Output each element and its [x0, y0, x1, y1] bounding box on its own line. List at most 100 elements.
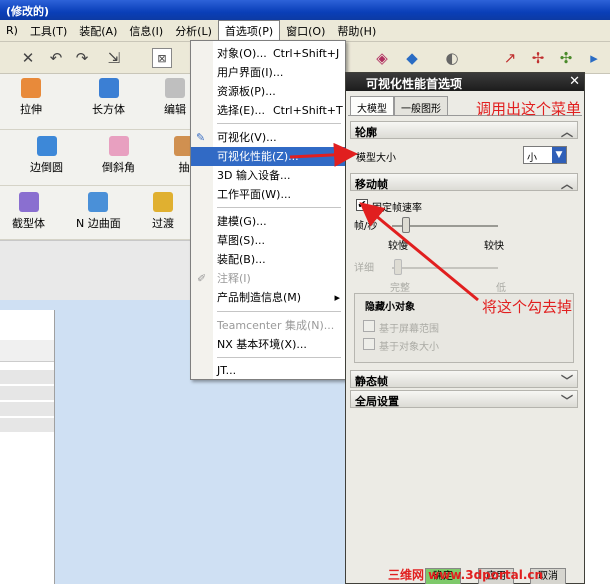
- navigator-row: [0, 418, 54, 432]
- fast-label: 较快: [484, 241, 504, 252]
- menu-separator: [217, 123, 341, 124]
- menu-object-shortcut: Ctrl+Shift+J: [273, 47, 340, 60]
- shell-label: 抽: [178, 161, 190, 174]
- section-global-settings[interactable]: 全局设置 ﹀: [350, 390, 578, 408]
- dialog-title: 可视化性能首选项: [346, 73, 584, 91]
- swept-label: 截型体: [12, 217, 45, 230]
- fps-slider-handle[interactable]: [402, 217, 410, 233]
- chamfer-tool[interactable]: 倒斜角: [102, 136, 135, 175]
- csys-icon[interactable]: ↗: [500, 48, 520, 68]
- window-title: (修改的): [0, 0, 610, 20]
- swept-icon: [18, 192, 39, 212]
- window-icon[interactable]: ⊠: [152, 48, 172, 68]
- menu-teamcenter: Teamcenter 集成(N)...: [217, 319, 335, 332]
- menu-item-info[interactable]: 信息(I): [123, 21, 169, 41]
- menu-palettes[interactable]: 资源板(P)...: [191, 82, 345, 101]
- annotation-call-menu: 调用出这个菜单: [476, 100, 582, 118]
- arrow-icon[interactable]: ▸: [584, 48, 604, 68]
- menu-object-label: 对象(O)...: [217, 47, 267, 60]
- fixed-frame-rate-label: 固定帧速率: [372, 203, 422, 214]
- close-icon[interactable]: ✕: [569, 74, 580, 89]
- edge-blend-tool[interactable]: 边倒圆: [30, 136, 63, 175]
- navigator-row: [0, 370, 54, 384]
- navigator-row: [0, 386, 54, 400]
- annotation-uncheck: 将这个勾去掉: [482, 298, 573, 316]
- extrude-icon: [21, 78, 41, 98]
- menu-3d-input-devices[interactable]: 3D 输入设备...: [191, 166, 345, 185]
- extrude-label: 拉伸: [20, 103, 42, 116]
- menu-assemblies[interactable]: 装配(B)...: [191, 250, 345, 269]
- menu-pmi[interactable]: 产品制造信息(M) ▸: [191, 288, 345, 307]
- redo-icon[interactable]: ↷: [72, 48, 92, 68]
- hide-small-objects-label: 隐藏小对象: [365, 302, 415, 313]
- model-size-value: 小: [527, 153, 537, 164]
- resource-navigator[interactable]: [0, 310, 55, 584]
- chevron-down-icon: ﹀: [560, 374, 573, 388]
- menu-item-window[interactable]: 窗口(O): [280, 21, 331, 41]
- navigator-row: [0, 402, 54, 416]
- navigator-header: [0, 340, 54, 362]
- menu-sketch[interactable]: 草图(S)...: [191, 231, 345, 250]
- section-static-frame[interactable]: 静态帧 ﹀: [350, 370, 578, 388]
- menu-bar: R) 工具(T) 装配(A) 信息(I) 分析(L) 首选项(P) 窗口(O) …: [0, 19, 610, 42]
- section-static-label: 静态帧: [355, 375, 388, 388]
- menu-item-tools[interactable]: 工具(T): [24, 21, 73, 41]
- detail-label: 详细: [354, 263, 374, 274]
- menu-object[interactable]: 对象(O)... Ctrl+Shift+J: [191, 44, 345, 63]
- tab-general-graphics[interactable]: 一般图形: [394, 96, 448, 116]
- section-motion-frame[interactable]: 移动帧 ︿: [350, 173, 578, 191]
- menu-selection-label: 选择(E)...: [217, 104, 266, 117]
- menu-item-help[interactable]: 帮助(H): [331, 21, 382, 41]
- menu-visualization[interactable]: ✎ 可视化(V)...: [191, 128, 345, 147]
- menu-separator: [217, 311, 341, 312]
- section-motion-label: 移动帧: [355, 178, 388, 191]
- tab-large-model[interactable]: 大模型: [350, 96, 394, 116]
- chevron-down-icon: ▼: [552, 147, 566, 163]
- section-outline[interactable]: 轮廓 ︿: [350, 121, 578, 139]
- submenu-arrow-icon: ▸: [334, 291, 340, 304]
- menu-visualization-label: 可视化(V)...: [217, 131, 277, 144]
- assembly-icon[interactable]: ◈: [372, 48, 392, 68]
- detail-slider-handle: [394, 259, 402, 275]
- menu-pmi-label: 产品制造信息(M): [217, 291, 302, 304]
- snap-icon[interactable]: ✣: [556, 48, 576, 68]
- chevron-down-icon: ﹀: [560, 394, 573, 408]
- n-sided-surface-tool[interactable]: N 边曲面: [76, 192, 121, 231]
- swept-tool[interactable]: 截型体: [12, 192, 45, 231]
- menu-visualization-performance[interactable]: 可视化性能(Z)...: [191, 147, 345, 166]
- render-icon[interactable]: ◐: [442, 48, 462, 68]
- complete-label: 完整: [390, 283, 410, 294]
- select-filter-icon[interactable]: ⇲: [104, 48, 124, 68]
- undo-icon[interactable]: ↶: [46, 48, 66, 68]
- block-label: 长方体: [92, 103, 125, 116]
- menu-modeling[interactable]: 建模(G)...: [191, 212, 345, 231]
- menu-user-interface[interactable]: 用户界面(I)...: [191, 63, 345, 82]
- menu-item-assembly[interactable]: 装配(A): [73, 21, 123, 41]
- box-view-icon[interactable]: ◆: [402, 48, 422, 68]
- menu-item-r[interactable]: R): [0, 22, 24, 39]
- menu-nx-gateway[interactable]: NX 基本环境(X)...: [191, 335, 345, 354]
- model-size-select[interactable]: 小 ▼: [523, 146, 567, 164]
- annotation-icon: ✐: [197, 272, 207, 285]
- menu-selection[interactable]: 选择(E)... Ctrl+Shift+T: [191, 101, 345, 120]
- chamfer-label: 倒斜角: [102, 161, 135, 174]
- chevron-up-icon: ︿: [560, 177, 573, 191]
- menu-separator: [217, 207, 341, 208]
- menu-work-plane[interactable]: 工作平面(W)...: [191, 185, 345, 204]
- menu-jt[interactable]: JT...: [191, 361, 345, 380]
- block-tool[interactable]: 长方体: [92, 78, 125, 117]
- edit-tool[interactable]: 编辑: [164, 78, 186, 117]
- extrude-tool[interactable]: 拉伸: [20, 78, 42, 117]
- transition-tool[interactable]: 过渡: [152, 192, 174, 231]
- section-outline-label: 轮廓: [355, 126, 377, 139]
- close-icon[interactable]: ✕: [18, 48, 38, 68]
- menu-separator: [217, 357, 341, 358]
- slow-label: 较慢: [388, 241, 408, 252]
- screen-range-checkbox: [363, 320, 375, 332]
- menu-item-analysis[interactable]: 分析(L): [169, 21, 218, 41]
- n-sided-surface-label: N 边曲面: [76, 217, 121, 230]
- menu-item-preferences[interactable]: 首选项(P): [217, 19, 281, 42]
- datum-icon[interactable]: ✢: [528, 48, 548, 68]
- preferences-menu: 对象(O)... Ctrl+Shift+J 用户界面(I)... 资源板(P).…: [190, 40, 346, 380]
- fixed-frame-rate-checkbox[interactable]: ✔: [356, 199, 368, 211]
